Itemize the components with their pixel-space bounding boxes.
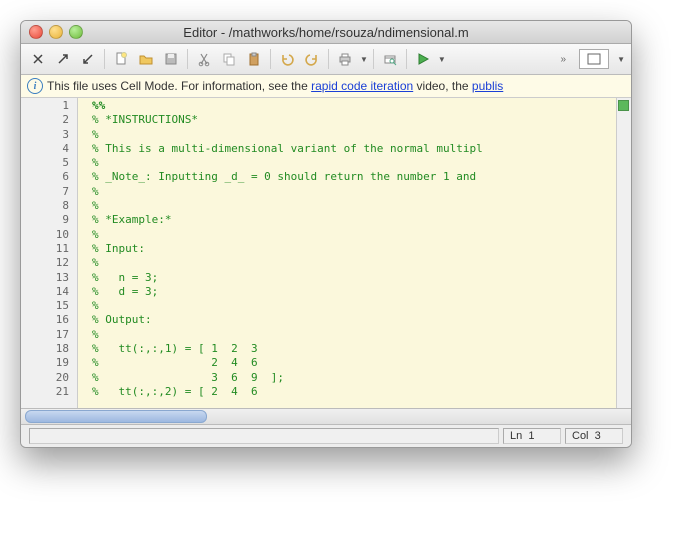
copy-icon[interactable]: [218, 48, 240, 70]
close-tool-icon[interactable]: [27, 48, 49, 70]
titlebar[interactable]: Editor - /mathworks/home/rsouza/ndimensi…: [21, 21, 631, 44]
close-button[interactable]: [29, 25, 43, 39]
toolbar: ▼ ▼ » ▼: [21, 44, 631, 75]
paste-icon[interactable]: [243, 48, 265, 70]
info-icon: i: [27, 78, 43, 94]
maximize-button[interactable]: [69, 25, 83, 39]
new-file-icon[interactable]: [110, 48, 132, 70]
view-mode-selector[interactable]: [579, 49, 609, 69]
line-number-gutter: 1 2 3 4 5 6 7 8 9 10 11 12 13 14 15 16 1…: [21, 98, 78, 408]
find-icon[interactable]: [379, 48, 401, 70]
cut-icon[interactable]: [193, 48, 215, 70]
status-spacer: [29, 428, 499, 444]
rapid-code-iteration-link[interactable]: rapid code iteration: [311, 79, 413, 93]
view-mode-dropdown-icon[interactable]: ▼: [617, 55, 625, 64]
open-file-icon[interactable]: [135, 48, 157, 70]
info-mid: video, the: [413, 79, 472, 93]
code-ok-marker: [618, 100, 629, 111]
col-indicator: Col 3: [565, 428, 623, 444]
window-controls: [29, 25, 83, 39]
horizontal-scrollbar[interactable]: [21, 408, 631, 424]
print-dropdown-icon[interactable]: ▼: [360, 55, 368, 64]
save-icon[interactable]: [160, 48, 182, 70]
editor-window: Editor - /mathworks/home/rsouza/ndimensi…: [20, 20, 632, 448]
redo-icon[interactable]: [301, 48, 323, 70]
more-tools-icon[interactable]: »: [555, 54, 573, 65]
print-icon[interactable]: [334, 48, 356, 70]
window-title: Editor - /mathworks/home/rsouza/ndimensi…: [21, 25, 631, 40]
line-indicator: Ln 1: [503, 428, 561, 444]
run-dropdown-icon[interactable]: ▼: [438, 55, 446, 64]
info-text: This file uses Cell Mode. For informatio…: [47, 79, 311, 93]
minimize-button[interactable]: [49, 25, 63, 39]
scrollbar-thumb[interactable]: [25, 410, 207, 423]
editor-area: 1 2 3 4 5 6 7 8 9 10 11 12 13 14 15 16 1…: [21, 98, 631, 408]
statusbar: Ln 1 Col 3: [21, 424, 631, 447]
undock-icon[interactable]: [52, 48, 74, 70]
code-analyzer-strip[interactable]: [616, 98, 631, 408]
info-bar: i This file uses Cell Mode. For informat…: [21, 75, 631, 98]
publishing-link[interactable]: publis: [472, 79, 503, 93]
dock-icon[interactable]: [77, 48, 99, 70]
code-area[interactable]: %% % *INSTRUCTIONS* % % This is a multi-…: [78, 98, 616, 408]
undo-icon[interactable]: [276, 48, 298, 70]
run-icon[interactable]: [412, 48, 434, 70]
